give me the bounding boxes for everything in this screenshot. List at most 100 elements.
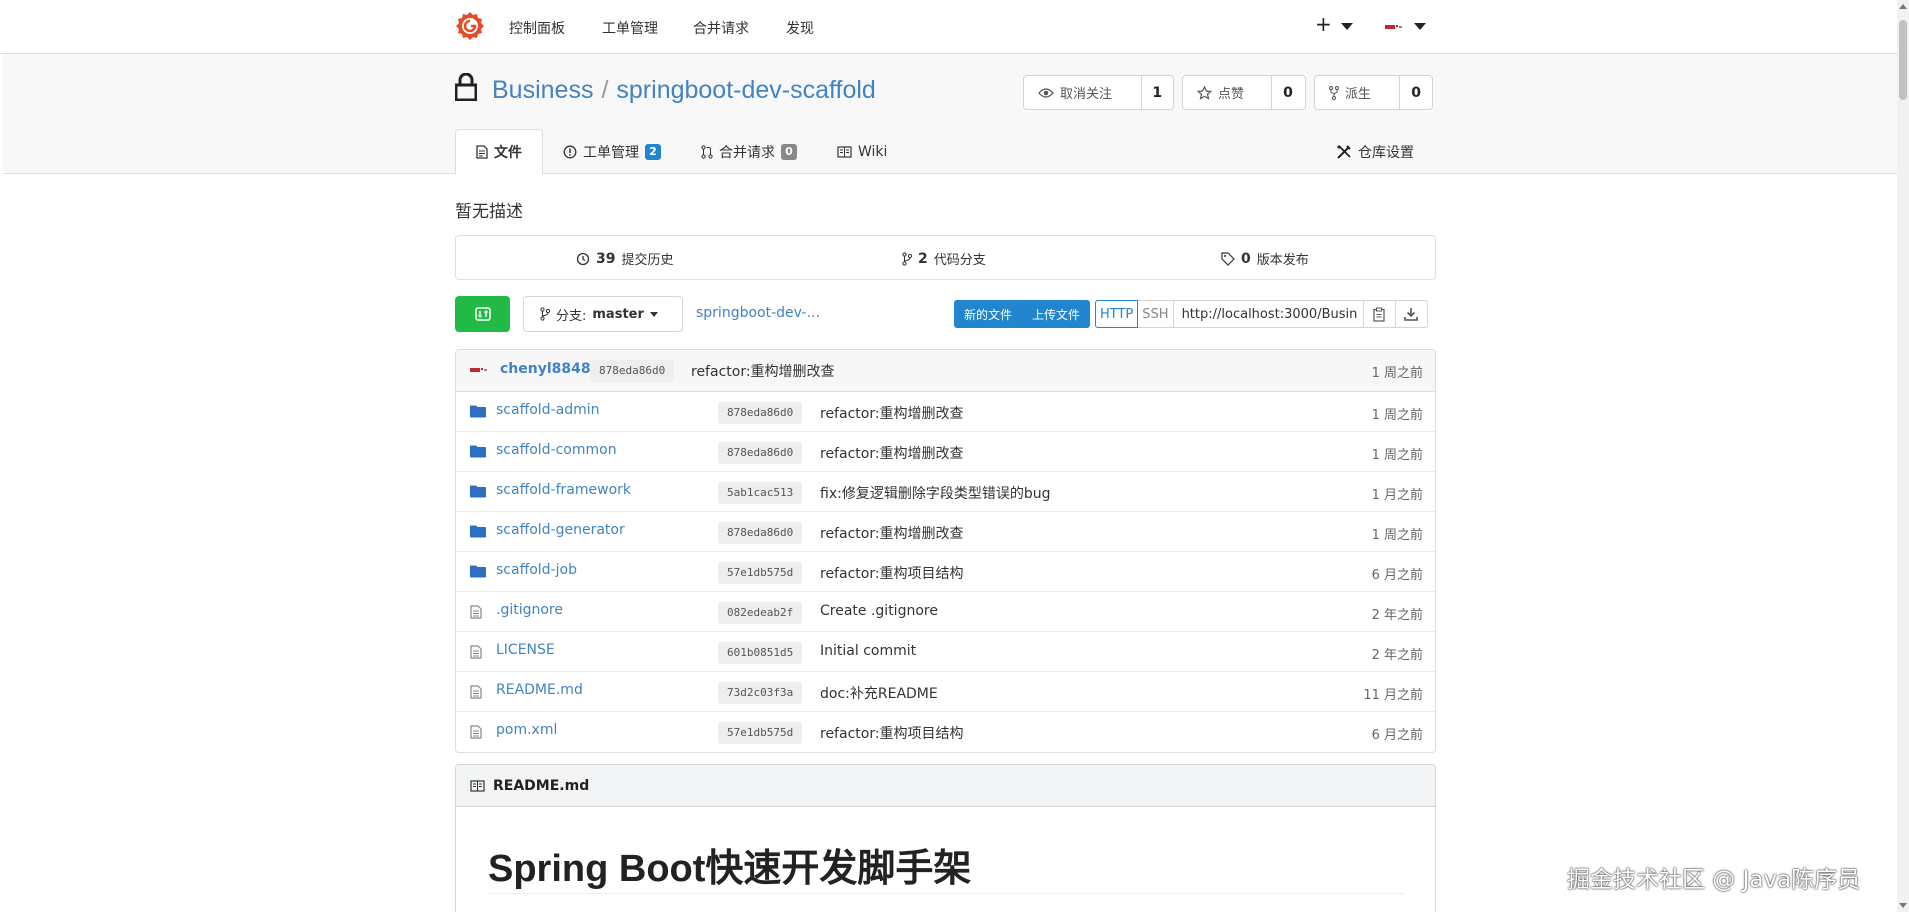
tab-repo-settings[interactable]: 仓库设置 bbox=[1336, 142, 1414, 162]
commit-author-link[interactable]: chenyl8848 bbox=[500, 361, 591, 377]
user-menu-caret-icon[interactable] bbox=[1414, 23, 1426, 30]
file-commit-sha[interactable]: 57e1db575d bbox=[718, 562, 803, 584]
branch-selector[interactable]: 分支: master bbox=[523, 296, 683, 332]
readme-panel: README.md Spring Boot快速开发脚手架 bbox=[455, 764, 1436, 912]
gitea-logo-icon[interactable] bbox=[455, 11, 485, 41]
copy-url-button[interactable] bbox=[1362, 301, 1395, 327]
readme-divider bbox=[488, 893, 1404, 894]
tab-files[interactable]: 文件 bbox=[455, 129, 543, 175]
author-avatar[interactable] bbox=[470, 363, 488, 377]
file-commit-sha[interactable]: 57e1db575d bbox=[718, 722, 803, 744]
file-row[interactable]: .gitignore 082edeab2f Create .gitignore 2 年… bbox=[456, 592, 1435, 632]
readme-heading: Spring Boot快速开发脚手架 bbox=[488, 848, 972, 890]
upload-file-button[interactable]: 上传文件 bbox=[1022, 300, 1090, 328]
file-row[interactable]: scaffold-admin 878eda86d0 refactor:重构增删改查 1… bbox=[456, 392, 1435, 432]
new-file-button[interactable]: 新的文件 bbox=[954, 300, 1022, 328]
vertical-scrollbar[interactable] bbox=[1897, 0, 1909, 912]
create-menu-caret-icon[interactable] bbox=[1341, 23, 1353, 30]
download-button[interactable] bbox=[1394, 301, 1427, 327]
file-row[interactable]: pom.xml 57e1db575d refactor:重构项目结构 6 月之前 bbox=[456, 712, 1435, 752]
file-commit-time: 1 月之前 bbox=[1371, 488, 1423, 503]
repo-path-link[interactable]: springboot-dev-... bbox=[696, 305, 820, 321]
file-code-icon bbox=[476, 145, 488, 159]
repo-name-link[interactable]: springboot-dev-scaffold bbox=[616, 76, 875, 104]
fork-button[interactable]: 派生 bbox=[1315, 76, 1401, 109]
branch-icon bbox=[902, 251, 912, 266]
ssh-protocol-button[interactable]: SSH bbox=[1138, 301, 1172, 327]
compare-button[interactable] bbox=[455, 296, 510, 332]
nav-issues[interactable]: 工单管理 bbox=[602, 18, 658, 38]
file-commit-message[interactable]: refactor:重构增删改查 bbox=[820, 403, 964, 423]
file-commit-sha[interactable]: 878eda86d0 bbox=[718, 522, 803, 544]
file-commit-message[interactable]: refactor:重构增删改查 bbox=[820, 443, 964, 463]
file-commit-message[interactable]: refactor:重构项目结构 bbox=[820, 563, 964, 583]
file-commit-sha[interactable]: 73d2c03f3a bbox=[718, 682, 803, 704]
tab-wiki[interactable]: Wiki bbox=[817, 129, 907, 174]
file-commit-message[interactable]: Initial commit bbox=[820, 643, 916, 659]
file-row[interactable]: scaffold-job 57e1db575d refactor:重构项目结构 6 月… bbox=[456, 552, 1435, 592]
file-icon bbox=[470, 725, 482, 739]
commits-stat[interactable]: 39 提交历史 bbox=[576, 249, 674, 268]
tab-wiki-label: Wiki bbox=[858, 143, 888, 160]
repo-tabs: 文件 工单管理 2 合并请求 0 Wiki bbox=[455, 129, 907, 175]
branches-label: 代码分支 bbox=[933, 253, 986, 268]
file-name-link[interactable]: README.md bbox=[496, 682, 583, 698]
file-commit-message[interactable]: fix:修复逻辑删除字段类型错误的bug bbox=[820, 483, 1050, 503]
create-new-plus-icon[interactable]: + bbox=[1315, 12, 1332, 36]
file-row[interactable]: scaffold-common 878eda86d0 refactor:重构增删改查… bbox=[456, 432, 1435, 472]
nav-pull-requests[interactable]: 合并请求 bbox=[693, 18, 749, 38]
file-name-link[interactable]: pom.xml bbox=[496, 722, 557, 738]
file-commit-message[interactable]: Create .gitignore bbox=[820, 603, 938, 619]
file-name-link[interactable]: scaffold-job bbox=[496, 562, 577, 578]
file-commit-message[interactable]: refactor:重构增删改查 bbox=[820, 523, 964, 543]
nav-explore[interactable]: 发现 bbox=[786, 18, 814, 38]
branches-count: 2 bbox=[918, 250, 928, 267]
clone-url-input[interactable]: http://localhost:3000/Busin bbox=[1172, 301, 1363, 327]
scroll-up-arrow-icon[interactable] bbox=[1899, 4, 1907, 9]
file-commit-sha[interactable]: 878eda86d0 bbox=[718, 402, 803, 424]
file-icon bbox=[470, 645, 482, 659]
file-row[interactable]: README.md 73d2c03f3a doc:补充README 11 月之前 bbox=[456, 672, 1435, 712]
file-row[interactable]: scaffold-generator 878eda86d0 refactor:重构增… bbox=[456, 512, 1435, 552]
file-row[interactable]: LICENSE 601b0851d5 Initial commit 2 年之前 bbox=[456, 632, 1435, 672]
tab-issues[interactable]: 工单管理 2 bbox=[543, 129, 681, 174]
file-name-link[interactable]: scaffold-common bbox=[496, 442, 617, 458]
fork-count[interactable]: 0 bbox=[1400, 76, 1432, 109]
scrollbar-thumb[interactable] bbox=[1899, 20, 1907, 100]
repo-owner-link[interactable]: Business bbox=[492, 76, 593, 104]
file-commit-sha[interactable]: 082edeab2f bbox=[718, 602, 803, 624]
file-commit-sha[interactable]: 878eda86d0 bbox=[718, 442, 803, 464]
watch-count[interactable]: 1 bbox=[1142, 76, 1173, 109]
star-count[interactable]: 0 bbox=[1272, 76, 1304, 109]
latest-commit-sha[interactable]: 878eda86d0 bbox=[590, 360, 675, 382]
file-name-link[interactable]: scaffold-admin bbox=[496, 402, 599, 418]
issue-icon bbox=[563, 145, 577, 158]
latest-commit-message[interactable]: refactor:重构增删改查 bbox=[691, 361, 835, 381]
branch-prefix: 分支: bbox=[556, 308, 587, 324]
folder-icon bbox=[470, 485, 486, 498]
file-commit-sha[interactable]: 601b0851d5 bbox=[718, 642, 803, 664]
latest-commit-time: 1 周之前 bbox=[1371, 366, 1423, 381]
star-button[interactable]: 点赞 bbox=[1183, 76, 1272, 109]
file-row[interactable]: scaffold-framework 5ab1cac513 fix:修复逻辑删除字段… bbox=[456, 472, 1435, 512]
nav-dashboard[interactable]: 控制面板 bbox=[509, 18, 565, 38]
scroll-down-arrow-icon[interactable] bbox=[1899, 903, 1907, 908]
readme-filename: README.md bbox=[493, 777, 590, 794]
file-name-link[interactable]: scaffold-generator bbox=[496, 522, 625, 538]
tab-pull-requests[interactable]: 合并请求 0 bbox=[681, 129, 817, 174]
branch-caret-icon bbox=[649, 311, 658, 317]
http-protocol-button[interactable]: HTTP bbox=[1095, 300, 1139, 328]
file-commit-message[interactable]: refactor:重构项目结构 bbox=[820, 723, 964, 743]
file-commit-sha[interactable]: 5ab1cac513 bbox=[718, 482, 803, 504]
user-avatar[interactable] bbox=[1385, 20, 1403, 34]
file-name-link[interactable]: scaffold-framework bbox=[496, 482, 631, 498]
file-name-link[interactable]: .gitignore bbox=[496, 602, 563, 618]
file-commit-message[interactable]: doc:补充README bbox=[820, 683, 938, 703]
branches-stat[interactable]: 2 代码分支 bbox=[902, 249, 986, 268]
repo-settings-label: 仓库设置 bbox=[1358, 145, 1414, 161]
releases-stat[interactable]: 0 版本发布 bbox=[1221, 249, 1309, 268]
fork-button-group: 派生 0 bbox=[1314, 75, 1433, 110]
history-icon bbox=[576, 252, 590, 265]
file-name-link[interactable]: LICENSE bbox=[496, 642, 555, 658]
watch-button[interactable]: 取消关注 bbox=[1024, 76, 1142, 109]
